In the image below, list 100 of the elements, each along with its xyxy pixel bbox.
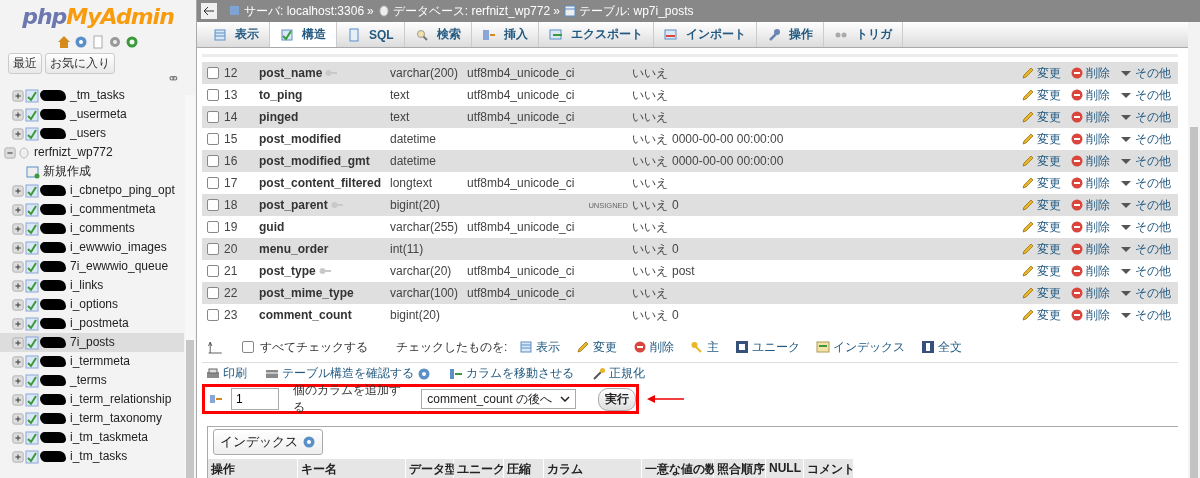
table-name[interactable]: _usermeta xyxy=(68,107,129,122)
checkbox[interactable] xyxy=(207,287,219,299)
breadcrumb-link[interactable]: テーブル: wp7i_posts xyxy=(578,2,694,20)
tab[interactable]: 検索 xyxy=(404,22,472,47)
tree-item[interactable]: _usermeta xyxy=(0,105,184,124)
change-link[interactable]: 変更 xyxy=(1037,218,1061,236)
drop-link[interactable]: 削除 xyxy=(1086,240,1110,258)
checkbox[interactable] xyxy=(207,177,219,189)
bulk-action-link[interactable]: 全文 xyxy=(938,338,963,356)
drop-link[interactable]: 削除 xyxy=(1086,262,1110,280)
drop-link[interactable]: 削除 xyxy=(1086,64,1110,82)
tab[interactable]: インポート xyxy=(653,22,757,47)
position-dropdown[interactable]: comment_count の後へ xyxy=(421,389,576,409)
table-name[interactable]: i_cbnetpo_ping_opt xyxy=(68,183,177,198)
change-link[interactable]: 変更 xyxy=(1037,152,1061,170)
tree-item[interactable]: _terms xyxy=(0,371,184,390)
database-name[interactable]: rerfnizt_wp772 xyxy=(32,145,115,160)
tree-item[interactable]: i_links xyxy=(0,276,184,295)
tab[interactable]: 挿入 xyxy=(471,22,539,47)
table-name[interactable]: i_tm_taskmeta xyxy=(68,430,151,445)
tab[interactable]: 構造 xyxy=(270,22,337,47)
checkbox[interactable] xyxy=(207,199,219,211)
tree-item[interactable]: i_term_relationship xyxy=(0,390,184,409)
column-count-field[interactable]: 1 xyxy=(231,388,279,410)
tree-item[interactable]: i_termmeta xyxy=(0,352,184,371)
tree-item[interactable]: i_ewwwio_images xyxy=(0,238,184,257)
drop-link[interactable]: 削除 xyxy=(1086,218,1110,236)
drop-link[interactable]: 削除 xyxy=(1086,284,1110,302)
tree-item[interactable]: i_commentmeta xyxy=(0,200,184,219)
go-button[interactable]: 実行 xyxy=(598,387,636,411)
tree-item[interactable]: i_comments xyxy=(0,219,184,238)
scrollbar[interactable] xyxy=(185,95,195,478)
more-link[interactable]: その他 xyxy=(1135,152,1171,170)
tree-item[interactable]: i_term_taxonomy xyxy=(0,409,184,428)
tab[interactable]: 操作 xyxy=(756,22,824,47)
tree-item[interactable]: i_tm_taskmeta xyxy=(0,428,184,447)
change-link[interactable]: 変更 xyxy=(1037,284,1061,302)
more-link[interactable]: その他 xyxy=(1135,64,1171,82)
more-link[interactable]: その他 xyxy=(1135,86,1171,104)
breadcrumb-link[interactable]: サーバ: localhost:3306 xyxy=(244,2,365,20)
bulk-action-link[interactable]: 削除 xyxy=(650,338,675,356)
more-link[interactable]: その他 xyxy=(1135,174,1171,192)
change-link[interactable]: 変更 xyxy=(1037,64,1061,82)
new-table-link[interactable]: 新規作成 xyxy=(41,164,93,179)
action-link[interactable]: 印刷 xyxy=(223,365,247,382)
more-link[interactable]: その他 xyxy=(1135,108,1171,126)
checkbox[interactable] xyxy=(207,243,219,255)
checkbox[interactable] xyxy=(242,341,254,353)
sidebar-button[interactable]: 最近 xyxy=(8,53,42,74)
breadcrumb-link[interactable]: データベース: rerfnizt_wp772 xyxy=(392,2,551,20)
change-link[interactable]: 変更 xyxy=(1037,262,1061,280)
tab[interactable]: SQL xyxy=(337,22,405,47)
table-name[interactable]: i_options xyxy=(68,297,121,312)
scrollbar[interactable] xyxy=(1188,22,1200,478)
drop-link[interactable]: 削除 xyxy=(1086,86,1110,104)
bulk-action-link[interactable]: 変更 xyxy=(593,338,618,356)
drop-link[interactable]: 削除 xyxy=(1086,108,1110,126)
table-name[interactable]: 7i_ewwwio_queue xyxy=(68,259,171,274)
tree-item[interactable]: i_tm_tasks xyxy=(0,447,184,466)
tab[interactable]: エクスポート xyxy=(538,22,654,47)
drop-link[interactable]: 削除 xyxy=(1086,152,1110,170)
more-link[interactable]: その他 xyxy=(1135,262,1171,280)
table-name[interactable]: i_term_relationship xyxy=(68,392,174,407)
action-link[interactable]: カラムを移動させる xyxy=(466,365,574,382)
action-link[interactable]: テーブル構造を確認する xyxy=(282,365,414,382)
action-link[interactable]: 正規化 xyxy=(609,365,645,382)
tab[interactable]: トリガ xyxy=(823,22,903,47)
table-name[interactable]: i_commentmeta xyxy=(68,202,158,217)
tree-item[interactable]: i_cbnetpo_ping_opt xyxy=(0,181,184,200)
sidebar-button[interactable]: お気に入り xyxy=(45,53,115,74)
bulk-action-link[interactable]: ユニーク xyxy=(752,338,801,356)
change-link[interactable]: 変更 xyxy=(1037,240,1061,258)
table-name[interactable]: i_tm_tasks xyxy=(68,449,130,464)
drop-link[interactable]: 削除 xyxy=(1086,174,1110,192)
table-name[interactable]: 7i_posts xyxy=(68,335,117,350)
checkbox[interactable] xyxy=(207,111,219,123)
more-link[interactable]: その他 xyxy=(1135,306,1171,324)
table-name[interactable]: i_links xyxy=(68,278,106,293)
drop-link[interactable]: 削除 xyxy=(1086,130,1110,148)
table-name[interactable]: i_comments xyxy=(68,221,137,236)
bulk-action-link[interactable]: 主 xyxy=(707,338,720,356)
table-name[interactable]: _terms xyxy=(68,373,109,388)
check-all-label[interactable]: すべてチェックする xyxy=(260,338,368,356)
change-link[interactable]: 変更 xyxy=(1037,86,1061,104)
change-link[interactable]: 変更 xyxy=(1037,306,1061,324)
change-link[interactable]: 変更 xyxy=(1037,196,1061,214)
drop-link[interactable]: 削除 xyxy=(1086,306,1110,324)
table-name[interactable]: i_termmeta xyxy=(68,354,133,369)
tree-item[interactable]: 7i_ewwwio_queue xyxy=(0,257,184,276)
checkbox[interactable] xyxy=(207,309,219,321)
change-link[interactable]: 変更 xyxy=(1037,130,1061,148)
tree-item[interactable]: i_postmeta xyxy=(0,314,184,333)
table-name[interactable]: i_ewwwio_images xyxy=(68,240,169,255)
checkbox[interactable] xyxy=(207,133,219,145)
checkbox[interactable] xyxy=(207,265,219,277)
tree-item[interactable]: _users xyxy=(0,124,184,143)
tree-item[interactable]: i_options xyxy=(0,295,184,314)
table-name[interactable]: i_term_taxonomy xyxy=(68,411,165,426)
more-link[interactable]: その他 xyxy=(1135,196,1171,214)
more-link[interactable]: その他 xyxy=(1135,130,1171,148)
